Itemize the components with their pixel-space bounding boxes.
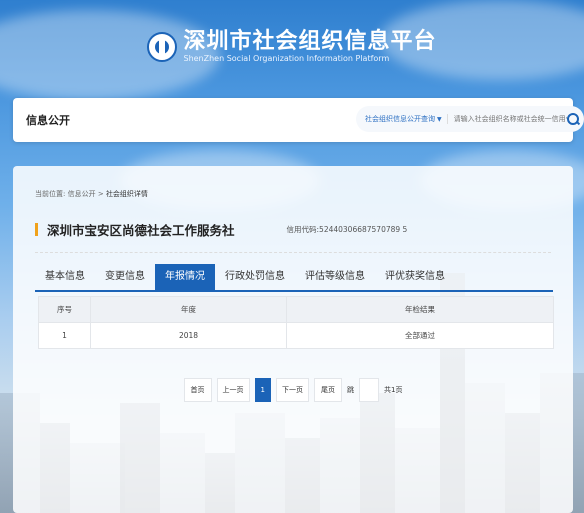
tab-awards-info[interactable]: 评优获奖信息 xyxy=(375,264,455,290)
site-header: 深圳市社会组织信息平台 ShenZhen Social Organization… xyxy=(0,22,584,72)
cell-result: 全部通过 xyxy=(286,322,554,349)
top-bar: 信息公开 社会组织信息公开查询 ▼ xyxy=(13,98,584,142)
column-header-year: 年度 xyxy=(90,296,287,323)
search-input[interactable] xyxy=(447,115,568,123)
total-pages: 共1页 xyxy=(384,386,403,394)
credit-code: 信用代码:52440306687570789 5 xyxy=(286,225,408,234)
breadcrumb-prefix: 当前位置: xyxy=(35,190,66,198)
tab-annual-report[interactable]: 年报情况 xyxy=(155,264,215,290)
title-marker xyxy=(35,223,38,236)
cell-year: 2018 xyxy=(90,322,287,349)
section-label: 信息公开 xyxy=(26,114,70,127)
column-header-result: 年检结果 xyxy=(286,296,554,323)
tab-basic-info[interactable]: 基本信息 xyxy=(35,264,95,290)
tab-penalty-info[interactable]: 行政处罚信息 xyxy=(215,264,295,290)
table-row: 1 2018 全部通过 xyxy=(38,322,554,349)
caret-down-icon: ▼ xyxy=(437,115,442,123)
breadcrumb: 当前位置: 信息公开 > 社会组织详情 xyxy=(35,189,148,199)
prev-page-button[interactable]: 上一页 xyxy=(216,378,250,402)
page-1-button[interactable]: 1 xyxy=(254,378,271,402)
first-page-button[interactable]: 首页 xyxy=(183,378,212,402)
annual-report-table: 序号 年度 年检结果 1 2018 全部通过 xyxy=(38,296,554,349)
table-header-row: 序号 年度 年检结果 xyxy=(38,296,554,323)
breadcrumb-separator: > xyxy=(97,190,104,198)
tab-change-info[interactable]: 变更信息 xyxy=(95,264,155,290)
tab-bar: 基本信息 变更信息 年报情况 行政处罚信息 评估等级信息 评优获奖信息 xyxy=(35,264,455,290)
search-bar: 社会组织信息公开查询 ▼ xyxy=(356,106,584,132)
last-page-button[interactable]: 尾页 xyxy=(314,378,342,402)
cell-index: 1 xyxy=(38,322,91,349)
site-title: 深圳市社会组织信息平台 xyxy=(183,29,437,54)
site-logo-icon[interactable] xyxy=(147,32,178,62)
page-jump-input[interactable] xyxy=(359,378,379,402)
pagination: 首页 上一页 1 下一页 尾页 跳 共1页 xyxy=(13,378,573,402)
main-card: 当前位置: 信息公开 > 社会组织详情 深圳市宝安区尚德社会工作服务社 信用代码… xyxy=(13,166,573,513)
jump-label: 跳 xyxy=(347,386,354,394)
next-page-button[interactable]: 下一页 xyxy=(276,378,309,402)
breadcrumb-home[interactable]: 信息公开 xyxy=(68,190,96,198)
search-icon[interactable] xyxy=(567,113,579,125)
org-name: 深圳市宝安区尚德社会工作服务社 xyxy=(47,223,235,238)
org-header: 深圳市宝安区尚德社会工作服务社 信用代码:52440306687570789 5 xyxy=(35,220,551,239)
column-header-index: 序号 xyxy=(38,296,91,323)
tab-evaluation-level[interactable]: 评估等级信息 xyxy=(295,264,375,290)
search-scope-label: 社会组织信息公开查询 xyxy=(365,115,435,123)
search-scope-select[interactable]: 社会组织信息公开查询 ▼ xyxy=(356,114,448,124)
site-subtitle: ShenZhen Social Organization Information… xyxy=(183,54,390,63)
tab-underline xyxy=(35,290,553,292)
divider xyxy=(35,252,551,253)
breadcrumb-current: 社会组织详情 xyxy=(105,190,148,198)
